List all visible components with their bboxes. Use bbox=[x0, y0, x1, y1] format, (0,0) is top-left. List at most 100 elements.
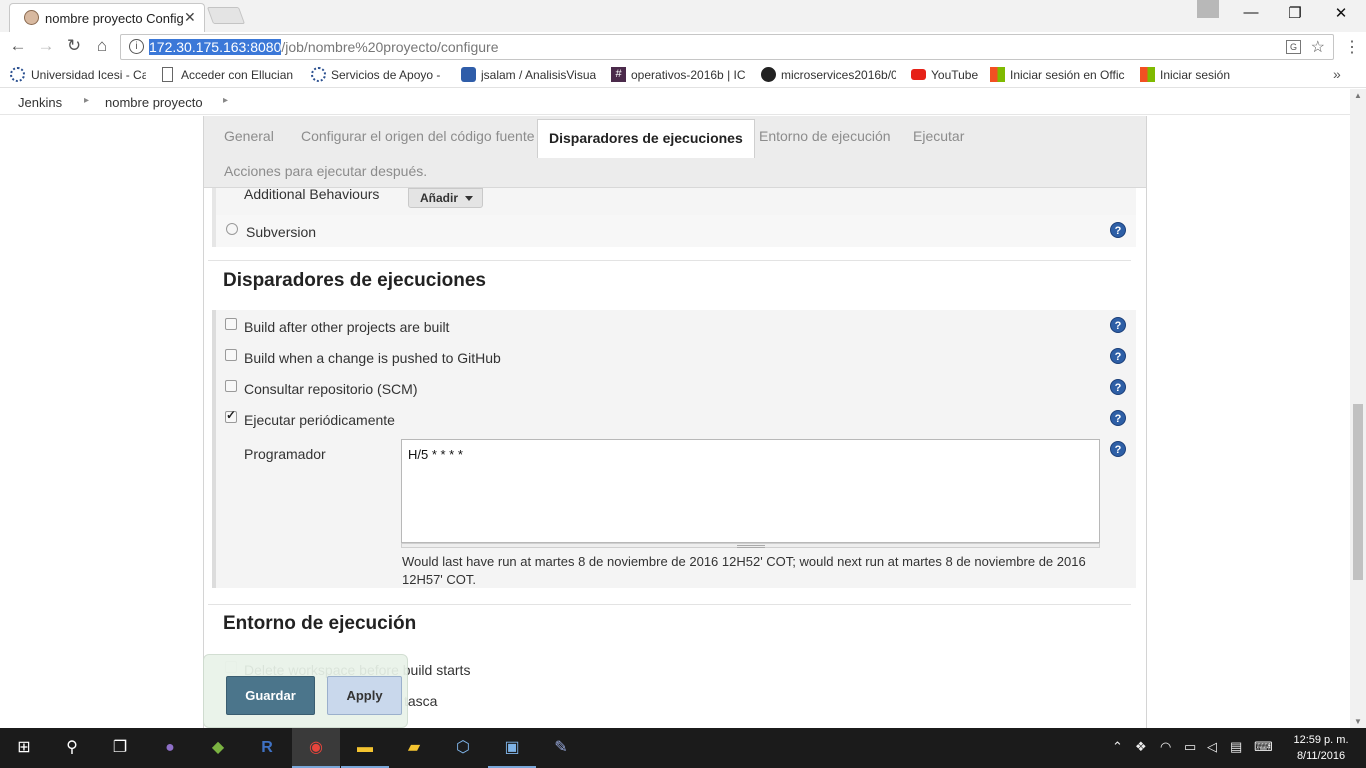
new-tab-button[interactable] bbox=[206, 7, 246, 24]
eclipse-icon[interactable]: ● bbox=[146, 728, 194, 768]
tab-source[interactable]: Configurar el origen del código fuente bbox=[301, 128, 535, 144]
help-icon[interactable]: ? bbox=[1110, 441, 1126, 457]
breadcrumb-project[interactable]: nombre proyecto bbox=[105, 95, 203, 110]
chrome-icon[interactable]: ◉ bbox=[292, 728, 340, 768]
subversion-label: Subversion bbox=[246, 224, 317, 240]
windows-start-icon[interactable]: ⊞ bbox=[0, 728, 48, 768]
periodic-build-checkbox[interactable] bbox=[225, 408, 237, 423]
battery-icon[interactable]: ▭ bbox=[1184, 739, 1196, 755]
notification-icon[interactable]: ▤ bbox=[1230, 739, 1242, 755]
trigger-checkbox[interactable] bbox=[225, 349, 237, 361]
save-button[interactable]: Guardar bbox=[226, 676, 315, 715]
divider bbox=[208, 604, 1131, 605]
tab-build[interactable]: Ejecutar bbox=[913, 128, 964, 144]
trigger-checkbox[interactable] bbox=[225, 318, 237, 330]
youtube-icon bbox=[911, 69, 926, 80]
folder-icon[interactable]: ▰ bbox=[390, 728, 438, 768]
bookmark-ellucian[interactable]: Acceder con Ellucian bbox=[181, 68, 296, 82]
restore-icon[interactable]: ❐ bbox=[1275, 4, 1315, 22]
home-icon[interactable]: ⌂ bbox=[90, 36, 114, 56]
chevron-right-icon[interactable]: ▸ bbox=[84, 95, 89, 106]
help-icon[interactable]: ? bbox=[1110, 410, 1126, 426]
tab-title: nombre proyecto Config bbox=[45, 11, 183, 26]
forward-icon[interactable]: → bbox=[34, 36, 58, 56]
task-view-icon[interactable]: ❐ bbox=[96, 728, 144, 768]
trigger-label: Ejecutar periódicamente bbox=[244, 412, 395, 428]
env-option-partial: tasca bbox=[404, 693, 438, 709]
environment-title: Entorno de ejecución bbox=[223, 613, 417, 634]
breadcrumb-jenkins[interactable]: Jenkins bbox=[18, 95, 62, 110]
help-icon[interactable]: ? bbox=[1110, 317, 1126, 333]
clock-time: 12:59 p. m. bbox=[1293, 734, 1349, 746]
page-scrollbar[interactable]: ▲ ▼ bbox=[1350, 89, 1366, 728]
tab-triggers[interactable]: Disparadores de ejecuciones bbox=[537, 119, 755, 158]
bookmark-youtube[interactable]: YouTube bbox=[931, 68, 981, 82]
minimize-icon[interactable]: — bbox=[1231, 4, 1271, 21]
help-icon[interactable]: ? bbox=[1110, 222, 1126, 238]
tab-environment[interactable]: Entorno de ejecución bbox=[759, 128, 891, 144]
profile-icon[interactable] bbox=[1197, 0, 1219, 18]
tab-general[interactable]: General bbox=[224, 128, 274, 144]
virtualbox-icon[interactable]: ⬡ bbox=[439, 728, 487, 768]
chevron-up-icon[interactable]: ⌃ bbox=[1112, 739, 1123, 755]
trigger-checkbox[interactable] bbox=[225, 380, 237, 392]
info-icon[interactable]: i bbox=[129, 39, 144, 54]
subversion-radio[interactable] bbox=[226, 223, 238, 235]
translate-icon[interactable]: G bbox=[1286, 40, 1301, 54]
menu-icon[interactable]: ⋮ bbox=[1344, 37, 1360, 57]
chevron-right-icon[interactable]: ▸ bbox=[223, 95, 228, 106]
taskbar-clock[interactable]: 12:59 p. m. 8/11/2016 bbox=[1288, 732, 1354, 764]
file-explorer-icon[interactable]: ▬ bbox=[341, 728, 389, 768]
schedule-textarea[interactable]: H/5 * * * * bbox=[401, 439, 1100, 543]
r-icon[interactable]: R bbox=[243, 728, 291, 768]
additional-behaviours-label: Additional Behaviours bbox=[244, 186, 380, 202]
browser-tab[interactable]: nombre proyecto Config ✕ bbox=[9, 3, 205, 32]
bookmark-iniciar[interactable]: Iniciar sesión bbox=[1160, 68, 1260, 82]
scroll-up-icon[interactable]: ▲ bbox=[1354, 91, 1362, 100]
schedule-note: Would last have run at martes 8 de novie… bbox=[402, 554, 1086, 587]
schedule-label: Programador bbox=[244, 446, 326, 462]
url-text[interactable]: 172.30.175.163:8080/job/nombre%20proyect… bbox=[149, 39, 499, 55]
scrollbar-thumb[interactable] bbox=[1353, 404, 1363, 580]
browser-toolbar: ← → ↻ ⌂ i 172.30.175.163:8080/job/nombre… bbox=[0, 32, 1366, 62]
bookmark-icesi[interactable]: Universidad Icesi - Ca bbox=[31, 68, 146, 82]
trigger-label: Build after other projects are built bbox=[244, 319, 450, 335]
close-window-icon[interactable]: ✕ bbox=[1321, 4, 1361, 22]
address-bar[interactable]: i 172.30.175.163:8080/job/nombre%20proye… bbox=[120, 34, 1334, 60]
tab-close-icon[interactable]: ✕ bbox=[184, 9, 196, 26]
textarea-resize-handle[interactable] bbox=[401, 543, 1100, 548]
bookmark-office[interactable]: Iniciar sesión en Offic bbox=[1010, 68, 1126, 82]
add-behaviour-button[interactable]: Añadir bbox=[408, 188, 483, 208]
bookmark-microservices[interactable]: microservices2016b/0 bbox=[781, 68, 896, 82]
wifi-icon[interactable]: ◠ bbox=[1160, 739, 1171, 755]
scroll-down-icon[interactable]: ▼ bbox=[1354, 717, 1362, 726]
clock-date: 8/11/2016 bbox=[1296, 750, 1346, 762]
back-icon[interactable]: ← bbox=[6, 36, 30, 56]
bookmark-servicios[interactable]: Servicios de Apoyo - bbox=[331, 68, 446, 82]
slack-icon: # bbox=[611, 67, 626, 82]
paint-icon[interactable]: ✎ bbox=[537, 728, 585, 768]
triggers-title: Disparadores de ejecuciones bbox=[223, 270, 486, 291]
chevron-right-icon[interactable]: » bbox=[1333, 66, 1341, 82]
reload-icon[interactable]: ↻ bbox=[62, 36, 86, 56]
chevron-down-icon bbox=[465, 196, 474, 202]
dropbox-icon[interactable]: ❖ bbox=[1135, 739, 1147, 755]
search-icon[interactable]: ⚲ bbox=[48, 728, 96, 768]
bucket-icon bbox=[461, 67, 476, 82]
divider bbox=[208, 260, 1131, 261]
keyboard-icon[interactable]: ⌨ bbox=[1254, 739, 1273, 755]
star-icon[interactable]: ☆ bbox=[1311, 37, 1325, 57]
jenkins-favicon-icon bbox=[24, 10, 39, 25]
bookmark-jsalam[interactable]: jsalam / AnalisisVisual bbox=[481, 68, 596, 82]
breadcrumb: Jenkins ▸ nombre proyecto ▸ bbox=[0, 89, 1366, 115]
tab-post-build[interactable]: Acciones para ejecutar después. bbox=[224, 163, 427, 179]
help-icon[interactable]: ? bbox=[1110, 379, 1126, 395]
apply-button[interactable]: Apply bbox=[327, 676, 402, 715]
bookmark-operativos[interactable]: operativos-2016b | IC bbox=[631, 68, 746, 82]
volume-icon[interactable]: ◁ bbox=[1207, 739, 1217, 755]
help-icon[interactable]: ? bbox=[1110, 348, 1126, 364]
trigger-label: Build when a change is pushed to GitHub bbox=[244, 350, 501, 366]
android-studio-icon[interactable]: ◆ bbox=[194, 728, 242, 768]
bookmarks-bar: Universidad Icesi - Ca Acceder con Elluc… bbox=[0, 62, 1366, 88]
remote-desktop-icon[interactable]: ▣ bbox=[488, 728, 536, 768]
